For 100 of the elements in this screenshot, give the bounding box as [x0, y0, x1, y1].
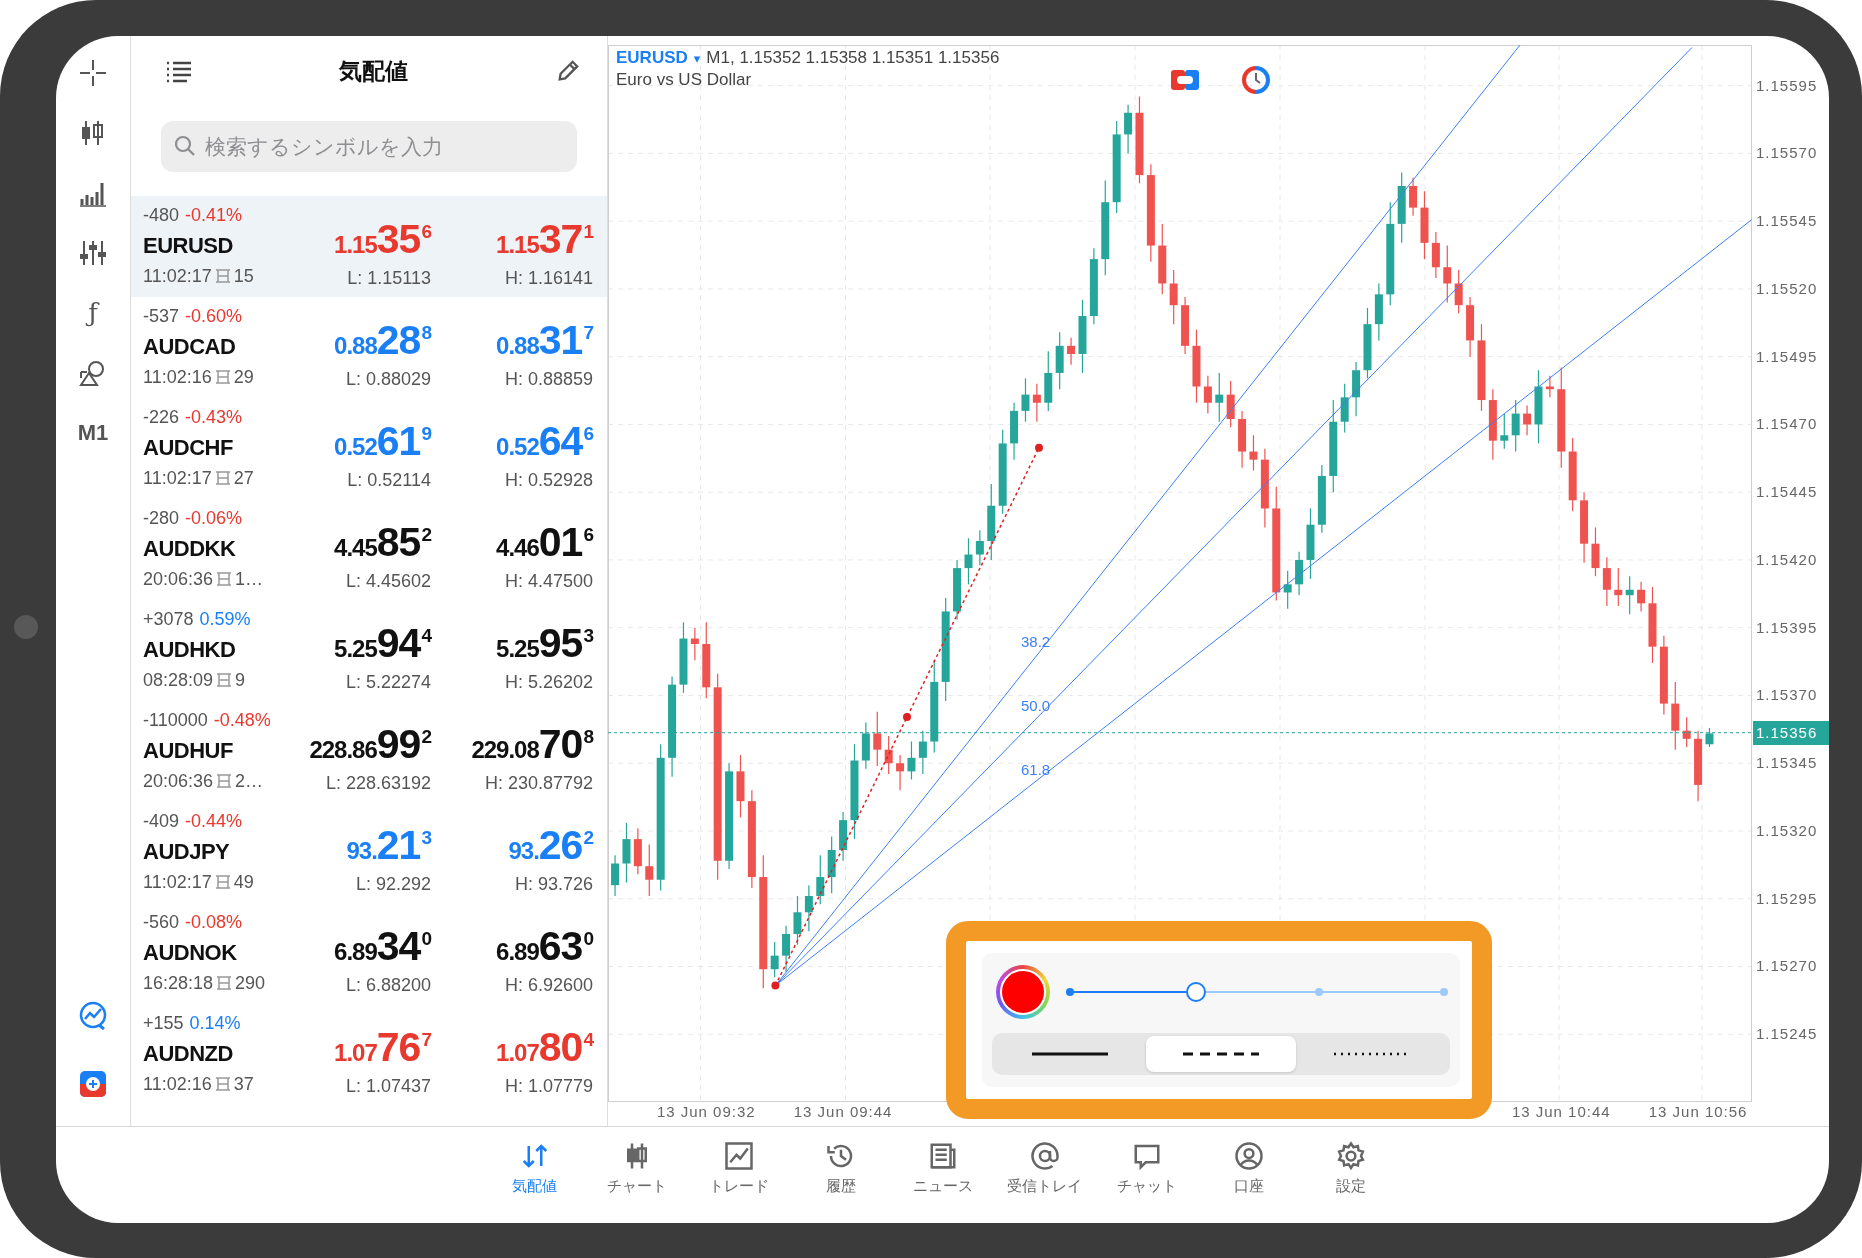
spread-value: 29 — [233, 366, 254, 389]
candlestick — [1203, 375, 1212, 415]
timeframe-label[interactable]: M1 — [77, 418, 109, 448]
search-icon — [173, 134, 197, 158]
one-click-trading-icon[interactable] — [1171, 70, 1199, 90]
dashed-line-icon — [1181, 1051, 1261, 1057]
symbol-name: EURUSD — [143, 232, 234, 260]
chart-description: Euro vs US Dollar — [616, 70, 753, 90]
candlestick — [975, 529, 984, 566]
price-axis-label: 1.15520 — [1756, 279, 1818, 297]
search-field[interactable]: 検索するシンボルを入力 — [161, 121, 577, 172]
tab-bar-item[interactable]: 設定 — [1299, 1127, 1402, 1223]
change-points: -110000 — [143, 709, 208, 732]
candlestick — [690, 627, 699, 661]
low-price: L: 1.07437 — [345, 1075, 431, 1098]
at-sign-icon — [1029, 1141, 1060, 1171]
pencil-icon[interactable] — [555, 59, 581, 83]
candlestick — [907, 740, 916, 781]
chart-symbol-link[interactable]: EURUSD — [616, 48, 688, 68]
symbol-name: AUDJPY — [143, 838, 231, 866]
fib-level-label: 38.2 — [1021, 633, 1051, 650]
quote-row[interactable]: +155 0.14% AUDNZD 11:02:16 37 1.0776$^{7}$ L: 1.07437 1.0780$^{4}$ H: 1.07779 — [131, 1004, 607, 1105]
line-chart-icon — [723, 1141, 754, 1171]
quote-time: 16:28:18 — [143, 972, 214, 995]
slider-tick — [1315, 988, 1324, 996]
crosshair-icon[interactable] — [78, 58, 108, 88]
tab-bar-item[interactable]: チャット — [1095, 1127, 1198, 1223]
tab-bar-item[interactable]: 気配値 — [483, 1127, 586, 1223]
candlestick — [1637, 581, 1646, 613]
time-axis-label: 13 Jun 10:56 — [1648, 1103, 1748, 1120]
candlestick — [964, 537, 973, 585]
candlestick — [1500, 412, 1509, 450]
bid-price: 93.21$^{3}$ — [346, 821, 431, 870]
candlestick — [1067, 337, 1076, 366]
price-axis-label: 1.15395 — [1756, 618, 1818, 636]
candlestick — [1523, 404, 1532, 436]
quote-row[interactable]: -280 -0.06% AUDDKK 20:06:36 1… 4.4585$^{2}$ L: 4.45602 4.4601$^{6}$ H: 4.47500 — [131, 499, 607, 600]
price-axis-label: 1.15595 — [1756, 76, 1818, 94]
spread-value: 15 — [233, 265, 254, 288]
high-price: H: 0.52928 — [504, 469, 593, 492]
bid-price: 228.8699$^{2}$ — [309, 720, 431, 769]
symbol-name: AUDNOK — [143, 939, 238, 967]
candlestick — [793, 895, 802, 946]
change-points: -226 — [143, 406, 180, 429]
sliders-icon[interactable] — [78, 238, 108, 268]
candlestick — [611, 854, 620, 897]
candlestick — [1454, 269, 1463, 314]
tab-bar-item[interactable]: 履歴 — [789, 1127, 892, 1223]
candlestick — [1169, 269, 1178, 325]
quote-row[interactable]: -226 -0.43% AUDCHF 11:02:17 27 0.5261$^{9}$ L: 0.52114 0.5264$^{6}$ H: 0.52928 — [131, 398, 607, 499]
quote-row[interactable]: -409 -0.44% AUDJPY 11:02:17 49 93.21$^{3}$ L: 92.292 93.26$^{2}$ H: 93.726 — [131, 802, 607, 903]
symbol-name: AUDHKD — [143, 636, 237, 664]
quote-row[interactable]: -480 -0.41% EURUSD 11:02:17 15 1.1535$^{6}$ L: 1.15113 1.1537$^{1}$ H: 1.16141 — [131, 196, 607, 297]
clock-icon[interactable] — [1242, 66, 1270, 94]
time-axis-label: 13 Jun 10:44 — [1511, 1103, 1611, 1120]
high-price: H: 0.88859 — [504, 368, 593, 391]
ask-price: 0.8831$^{7}$ — [496, 316, 593, 365]
low-price: L: 5.22274 — [345, 671, 431, 694]
candlestick — [1283, 570, 1292, 610]
high-price: H: 5.26202 — [504, 671, 593, 694]
fib-level-label: 50.0 — [1021, 697, 1051, 714]
quote-time: 11:02:17 — [143, 871, 212, 894]
add-square-icon[interactable] — [78, 1069, 108, 1099]
price-axis-label: 1.15320 — [1756, 821, 1818, 839]
candlestick — [1625, 575, 1634, 615]
tab-bar-item[interactable]: チャート — [585, 1127, 688, 1223]
quote-row[interactable]: -537 -0.60% AUDCAD 11:02:16 29 0.8828$^{8}$ L: 0.88029 0.8831$^{7}$ H: 0.88859 — [131, 297, 607, 398]
change-points: -560 — [143, 911, 180, 934]
spread-icon — [214, 470, 231, 486]
bid-price: 0.8828$^{8}$ — [334, 316, 431, 365]
change-percent: 0.14% — [189, 1012, 241, 1035]
tab-bar-item[interactable]: 受信トレイ — [993, 1127, 1096, 1223]
fib-level-label: 61.8 — [1021, 761, 1051, 778]
tab-bar-item[interactable]: トレード — [687, 1127, 790, 1223]
candlestick — [918, 730, 927, 775]
ask-price: 5.2595$^{3}$ — [496, 619, 593, 668]
trend-circle-icon[interactable] — [78, 1000, 108, 1030]
bid-price: 1.1535$^{6}$ — [334, 215, 431, 264]
quote-row[interactable]: -110000 -0.48% AUDHUF 20:06:36 2… 228.8699$^{2}$ L: 228.63192 229.0870$^{8}$ H: 230.87792 — [131, 701, 607, 802]
bid-price: 5.2594$^{4}$ — [334, 619, 431, 668]
bid-price: 0.5261$^{9}$ — [334, 417, 431, 466]
panel-title: 気配値 — [339, 56, 408, 86]
bid-price: 4.4585$^{2}$ — [334, 518, 431, 567]
candlestick — [782, 925, 791, 973]
tab-bar-item[interactable]: 口座 — [1197, 1127, 1300, 1223]
function-label[interactable]: ƒ — [82, 293, 104, 333]
change-points: -537 — [143, 305, 180, 328]
change-percent: -0.08% — [185, 911, 243, 934]
candlestick — [1443, 244, 1452, 304]
list-icon[interactable] — [166, 59, 192, 83]
ask-price: 1.0780$^{4}$ — [496, 1023, 593, 1072]
caret-icon[interactable]: ▾ — [693, 51, 701, 66]
quote-row[interactable]: -560 -0.08% AUDNOK 16:28:18 290 6.8934$^{0}$ L: 6.88200 6.8963$^{0}$ H: 6.92600 — [131, 903, 607, 1004]
price-axis-label: 1.15545 — [1756, 212, 1818, 230]
tab-bar-item[interactable]: ニュース — [891, 1127, 994, 1223]
low-price: L: 4.45602 — [345, 570, 431, 593]
slider-thumb[interactable] — [1185, 982, 1206, 1002]
quote-row[interactable]: +3078 0.59% AUDHKD 08:28:09 9 5.2594$^{4}$ L: 5.22274 5.2595$^{3}$ H: 5.26202 — [131, 600, 607, 701]
candlestick — [1124, 104, 1133, 155]
candlestick — [1021, 377, 1030, 423]
